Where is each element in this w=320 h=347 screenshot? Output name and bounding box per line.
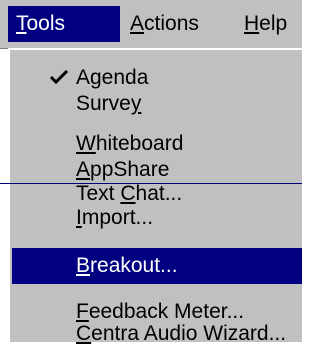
menu-item-appshare[interactable]: AppShare [12, 156, 302, 183]
menu-item-label-suffix: ppShare [90, 158, 170, 181]
menu-item-label: Agenda [76, 66, 149, 89]
menu-item-import[interactable]: Import... [12, 204, 302, 231]
menu-item-label-suffix: mport... [81, 206, 154, 229]
menu-item-mnemonic: W [76, 132, 96, 155]
menu-help[interactable]: Help [236, 6, 316, 42]
tools-dropdown-menu: Agenda Survey Whiteboard AppShare Text C… [8, 48, 302, 345]
menu-item-mnemonic: C [120, 182, 136, 205]
menu-item-breakout[interactable]: Breakout... [12, 248, 302, 284]
window-edge-line [0, 183, 302, 184]
menu-item-label-prefix: Surve [76, 92, 131, 115]
menu-help-rest: elp [259, 12, 288, 35]
menu-item-label-suffix: reakout... [90, 254, 178, 277]
menu-item-label-suffix: hat... [135, 182, 183, 205]
check-icon [50, 64, 74, 91]
menu-tools-rest: ools [26, 12, 66, 35]
menu-item-mnemonic: B [76, 254, 91, 277]
menu-item-label-prefix: Text [76, 182, 121, 205]
menu-bar: Tools Actions Help [0, 0, 302, 49]
menu-actions[interactable]: Actions [122, 6, 232, 42]
menu-item-mnemonic: y [130, 92, 142, 115]
menu-item-centra-audio-wizard[interactable]: Centra Audio Wizard... [12, 320, 302, 347]
menu-help-mnemonic: H [244, 12, 260, 35]
menu-item-agenda[interactable]: Agenda [12, 64, 302, 91]
menu-item-text-chat[interactable]: Text Chat... [12, 180, 302, 207]
menu-item-label-suffix: hiteboard [95, 132, 184, 155]
menu-item-mnemonic: A [76, 158, 91, 181]
menu-item-whiteboard[interactable]: Whiteboard [12, 130, 302, 157]
menu-tools-mnemonic: T [16, 12, 27, 35]
menu-actions-rest: ctions [144, 12, 199, 35]
menu-item-survey[interactable]: Survey [12, 90, 302, 117]
menu-actions-mnemonic: A [130, 12, 145, 35]
menu-tools[interactable]: Tools [8, 6, 120, 42]
